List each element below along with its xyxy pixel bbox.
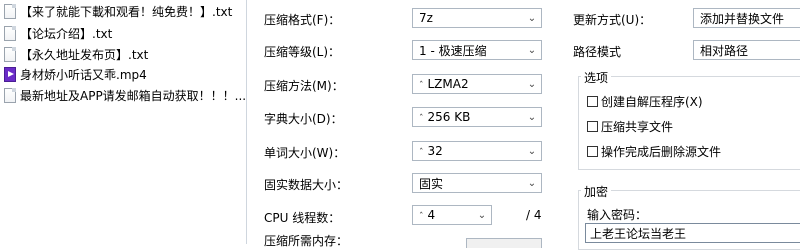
chevron-down-icon: ⌄ bbox=[527, 44, 537, 56]
path-select[interactable]: 相对路径 bbox=[693, 40, 800, 60]
checkbox-box[interactable] bbox=[587, 121, 598, 132]
password-label: 输入密码： bbox=[587, 208, 648, 222]
shared-files-checkbox[interactable]: 压缩共享文件 bbox=[587, 118, 673, 135]
memory-value-box bbox=[466, 238, 542, 248]
checkbox-box[interactable] bbox=[587, 146, 598, 157]
password-input[interactable]: 上老王论坛当老王 bbox=[585, 223, 800, 243]
method-label: 压缩方法(M)： bbox=[264, 79, 344, 93]
encryption-title: 加密 bbox=[581, 183, 612, 200]
sfx-checkbox-label: 创建自解压程序(X) bbox=[601, 95, 703, 109]
sfx-checkbox[interactable]: 创建自解压程序(X) bbox=[587, 93, 703, 110]
update-label: 更新方式(U)： bbox=[573, 13, 652, 27]
update-select[interactable]: 添加并替换文件 bbox=[693, 8, 800, 28]
delete-source-checkbox-label: 操作完成后删除源文件 bbox=[601, 145, 722, 159]
spin-caret-icon: ˆ bbox=[419, 114, 424, 124]
file-name: 【论坛介绍】.txt bbox=[20, 26, 113, 41]
cpu-label: CPU 线程数： bbox=[264, 211, 341, 225]
dict-label: 字典大小(D)： bbox=[264, 112, 343, 126]
text-file-icon bbox=[4, 87, 16, 103]
update-value: 添加并替换文件 bbox=[700, 11, 785, 26]
checkbox-box[interactable] bbox=[587, 96, 598, 107]
file-item[interactable]: 身材娇小听话又乖.mp4 bbox=[0, 63, 246, 85]
chevron-down-icon: ⌄ bbox=[527, 111, 537, 123]
method-value-text: LZMA2 bbox=[427, 77, 469, 91]
file-name: 最新地址及APP请发邮箱自动获取！！！.... bbox=[20, 88, 246, 103]
format-select[interactable]: 7z ⌄ bbox=[412, 8, 542, 28]
text-file-icon bbox=[4, 3, 16, 19]
method-select[interactable]: ˆ LZMA2 ⌄ bbox=[412, 74, 542, 94]
file-item[interactable]: 最新地址及APP请发邮箱自动获取！！！.... bbox=[0, 84, 246, 106]
dict-value-text: 256 KB bbox=[427, 110, 471, 124]
cpu-select[interactable]: ˆ4 ⌄ bbox=[412, 205, 492, 225]
spin-caret-icon: ˆ bbox=[419, 212, 424, 222]
path-value: 相对路径 bbox=[700, 43, 749, 58]
file-name: 身材娇小听话又乖.mp4 bbox=[20, 67, 147, 82]
chevron-down-icon: ⌄ bbox=[527, 177, 537, 189]
spin-caret-icon: ˆ bbox=[419, 148, 424, 158]
word-select[interactable]: ˆ 32 ⌄ bbox=[412, 141, 542, 161]
level-value: 1 - 极速压缩 bbox=[419, 43, 487, 58]
solid-value: 固实 bbox=[419, 176, 444, 191]
mp4-file-icon bbox=[4, 66, 16, 82]
level-label: 压缩等级(L)： bbox=[264, 45, 341, 59]
level-select[interactable]: 1 - 极速压缩 ⌄ bbox=[412, 40, 542, 60]
cpu-value: ˆ4 bbox=[413, 208, 473, 222]
file-item[interactable]: 【论坛介绍】.txt bbox=[0, 22, 246, 44]
file-list: 【来了就能下載和观看！纯免费！】.txt 【论坛介绍】.txt 【永久地址发布页… bbox=[0, 0, 247, 244]
solid-label: 固实数据大小： bbox=[264, 178, 349, 192]
dict-select[interactable]: ˆ 256 KB ⌄ bbox=[412, 107, 542, 127]
word-value-text: 32 bbox=[427, 144, 443, 158]
solid-select[interactable]: 固实 ⌄ bbox=[412, 173, 542, 193]
word-value: ˆ 32 bbox=[413, 144, 523, 158]
cpu-total: / 4 bbox=[526, 208, 542, 222]
password-value: 上老王论坛当老王 bbox=[590, 226, 687, 241]
chevron-down-icon: ⌄ bbox=[527, 78, 537, 90]
cpu-value-text: 4 bbox=[427, 208, 436, 222]
format-label: 压缩格式(F)： bbox=[264, 13, 341, 27]
options-title: 选项 bbox=[581, 69, 612, 86]
method-value: ˆ LZMA2 bbox=[413, 77, 523, 91]
path-label: 路径模式 bbox=[573, 45, 622, 59]
file-name: 【永久地址发布页】.txt bbox=[20, 47, 149, 62]
file-item[interactable]: 【永久地址发布页】.txt bbox=[0, 43, 246, 65]
dict-value: ˆ 256 KB bbox=[413, 110, 523, 124]
chevron-down-icon: ⌄ bbox=[527, 12, 537, 24]
memory-label: 压缩所需内存： bbox=[264, 234, 349, 248]
chevron-down-icon: ⌄ bbox=[527, 145, 537, 157]
chevron-down-icon: ⌄ bbox=[477, 209, 487, 221]
word-label: 单词大小(W)： bbox=[264, 146, 346, 160]
format-value: 7z bbox=[419, 11, 433, 25]
file-item[interactable]: 【来了就能下載和观看！纯免费！】.txt bbox=[0, 0, 246, 22]
file-name: 【来了就能下載和观看！纯免费！】.txt bbox=[20, 4, 233, 19]
delete-source-checkbox[interactable]: 操作完成后删除源文件 bbox=[587, 143, 721, 160]
text-file-icon bbox=[4, 25, 16, 41]
spin-caret-icon: ˆ bbox=[419, 81, 424, 91]
shared-files-checkbox-label: 压缩共享文件 bbox=[601, 120, 674, 134]
text-file-icon bbox=[4, 46, 16, 62]
